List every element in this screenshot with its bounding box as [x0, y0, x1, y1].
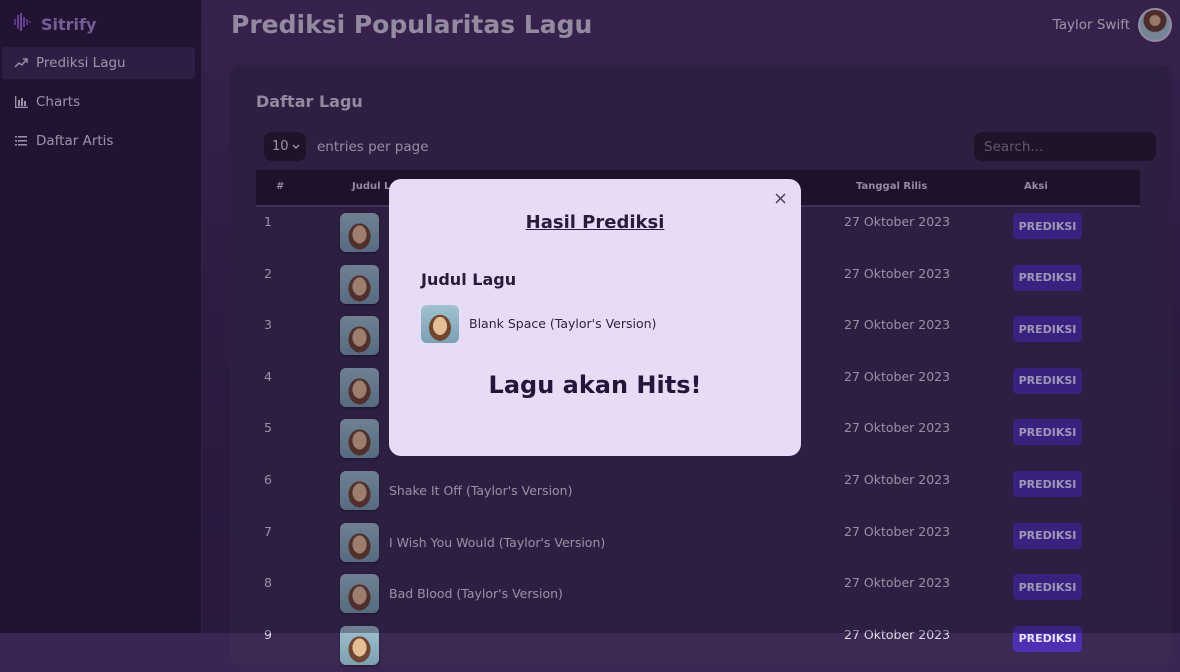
prediction-result: Lagu akan Hits!: [488, 371, 702, 399]
modal-song-label: Judul Lagu: [421, 270, 517, 289]
modal-song-title: Blank Space (Taylor's Version): [469, 316, 657, 331]
close-icon[interactable]: [775, 190, 786, 208]
modal-title: Hasil Prediksi: [525, 212, 665, 233]
prediction-modal: Hasil Prediksi Judul Lagu Blank Space (T…: [389, 179, 801, 456]
album-cover: [421, 305, 459, 343]
